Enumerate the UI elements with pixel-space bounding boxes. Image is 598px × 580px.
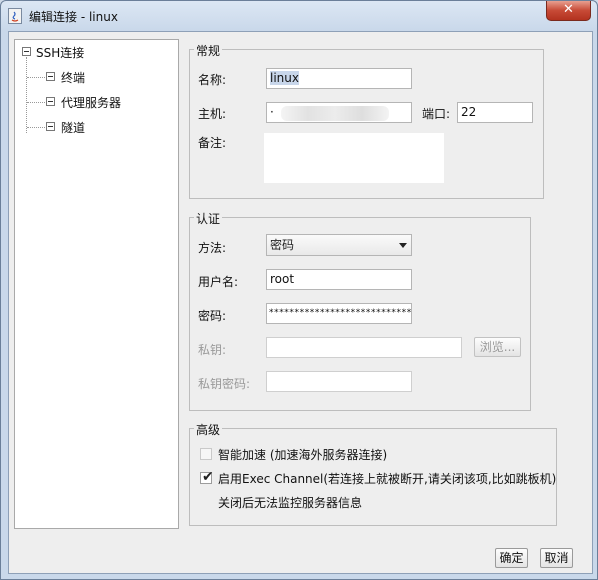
close-button[interactable]: ✕ [546,1,591,21]
name-label: 名称: [198,73,227,87]
auth-method-select[interactable]: 密码 [266,234,412,256]
note-textarea[interactable] [264,133,444,183]
exec-channel-checkbox[interactable]: ✔ [200,469,214,485]
ok-button[interactable]: 确定 [495,548,528,568]
expand-toggle-icon[interactable] [46,72,55,81]
key-password-label: 私钥密码: [198,377,251,391]
redacted-host-blur [281,106,389,121]
tree-connector [26,57,27,133]
general-group-title: 常规 [194,42,223,59]
exec-channel-label[interactable]: 启用Exec Channel(若连接上就被断开,请关闭该项,比如跳板机) [218,470,556,487]
name-input[interactable]: linux [266,68,412,89]
browse-button[interactable]: 浏览... [474,337,521,357]
title-bar[interactable]: 编辑连接 - linux ✕ [1,1,597,31]
username-label: 用户名: [198,275,239,289]
host-value: · [270,105,274,119]
advanced-group-title: 高级 [194,421,223,438]
name-value: linux [270,71,299,85]
settings-tree: SSH连接 终端 代理服务器 隧道 [14,39,179,529]
checkmark-icon: ✔ [202,469,214,485]
auth-method-value: 密码 [270,238,295,252]
java-app-icon [8,8,22,24]
note-label: 备注: [198,136,227,150]
username-input[interactable]: root [266,269,412,290]
password-input[interactable]: **************************** [266,303,412,324]
private-key-label: 私钥: [198,343,227,357]
method-label: 方法: [198,241,227,255]
smart-accel-checkbox[interactable] [200,448,212,460]
tree-item-proxy[interactable]: 代理服务器 [61,94,121,111]
expand-toggle-icon[interactable] [46,97,55,106]
port-input[interactable]: 22 [457,102,533,123]
host-input[interactable]: · [266,102,412,123]
tree-connector [27,102,45,103]
edit-connection-dialog: 编辑连接 - linux ✕ SSH连接 终端 代理服务器 隧道 常规 名称: … [0,0,598,580]
port-label: 端口: [422,107,451,121]
private-key-input[interactable] [266,337,462,358]
tree-connector [27,127,45,128]
expand-toggle-icon[interactable] [46,122,55,131]
tree-item-tunnel[interactable]: 隧道 [61,119,85,136]
collapse-toggle-icon[interactable] [22,47,31,56]
tree-item-terminal[interactable]: 终端 [61,69,85,86]
password-label: 密码: [198,309,227,323]
tree-item-ssh[interactable]: SSH连接 [36,44,84,61]
auth-group-title: 认证 [194,210,223,227]
dialog-body: SSH连接 终端 代理服务器 隧道 常规 名称: linux 主机: · 端口:… [8,31,593,574]
tree-connector [27,77,45,78]
smart-accel-label[interactable]: 智能加速 (加速海外服务器连接) [218,446,387,463]
host-label: 主机: [198,107,227,121]
window-title: 编辑连接 - linux [29,10,118,24]
dropdown-arrow-icon [399,243,407,248]
cancel-button[interactable]: 取消 [540,548,573,568]
key-password-input[interactable] [266,371,412,392]
exec-channel-note: 关闭后无法监控服务器信息 [218,496,363,510]
